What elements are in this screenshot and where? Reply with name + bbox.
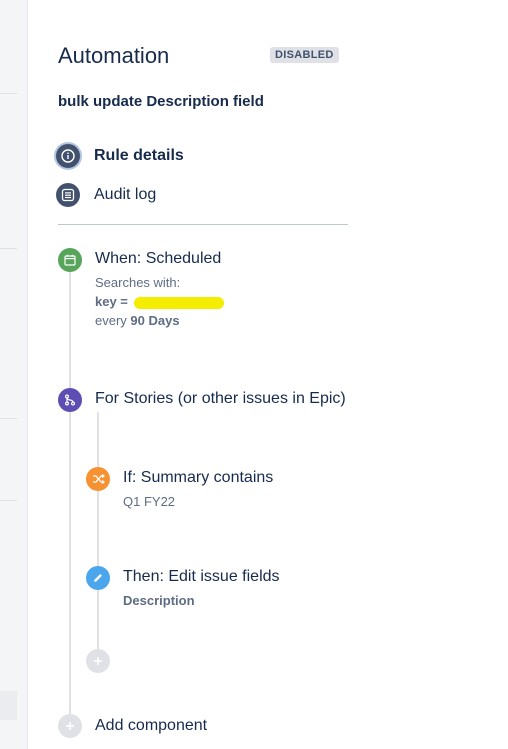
condition-component[interactable]: If: Summary contains Q1 FY22 [86,467,273,511]
interval-value: 90 Days [130,313,180,328]
jql-key-label: key = [95,294,128,309]
nav-label: Audit log [94,186,157,203]
branch-title: For Stories (or other issues in Epic) [95,390,346,407]
branch-icon [58,388,82,412]
pencil-icon [86,566,110,590]
status-badge: DISABLED [270,47,339,63]
trigger-title: When: Scheduled [95,250,222,267]
flow-connector [69,272,71,724]
rule-name: bulk update Description field [58,93,264,110]
sidebar-selected-item[interactable] [0,691,17,720]
trigger-searches-label: Searches with: [95,275,181,290]
left-sidebar-strip [0,0,28,749]
branch-connector [97,412,99,660]
list-icon [56,183,80,207]
calendar-icon [58,248,82,272]
interval-every-label: every [95,313,127,328]
divider [58,224,348,225]
action-value: Description [123,593,195,608]
condition-title: If: Summary contains [123,469,274,486]
nav-label: Rule details [94,147,184,164]
page-title: Automation [58,43,170,68]
divider [0,418,17,419]
action-title: Then: Edit issue fields [123,568,280,585]
info-icon [56,144,80,168]
divider [0,93,17,94]
divider [0,500,17,501]
plus-icon [58,714,82,738]
rule-panel: Automation DISABLED bulk update Descript… [28,0,508,749]
nav-rule-details[interactable]: Rule details [56,144,184,168]
trigger-jql: key = [95,292,224,311]
condition-value: Q1 FY22 [123,494,176,509]
add-component-label: Add component [95,717,208,734]
trigger-interval: every 90 Days [95,311,224,330]
shuffle-icon [86,467,110,491]
plus-icon [86,649,110,673]
nav-audit-log[interactable]: Audit log [56,183,156,207]
divider [0,248,17,249]
add-component-button[interactable]: Add component [58,714,207,738]
trigger-component[interactable]: When: Scheduled Searches with: key = eve… [58,248,224,330]
redacted-value [133,296,224,309]
action-component[interactable]: Then: Edit issue fields Description [86,566,280,610]
add-branch-component-button[interactable] [86,649,110,673]
branch-component[interactable]: For Stories (or other issues in Epic) [58,388,346,412]
